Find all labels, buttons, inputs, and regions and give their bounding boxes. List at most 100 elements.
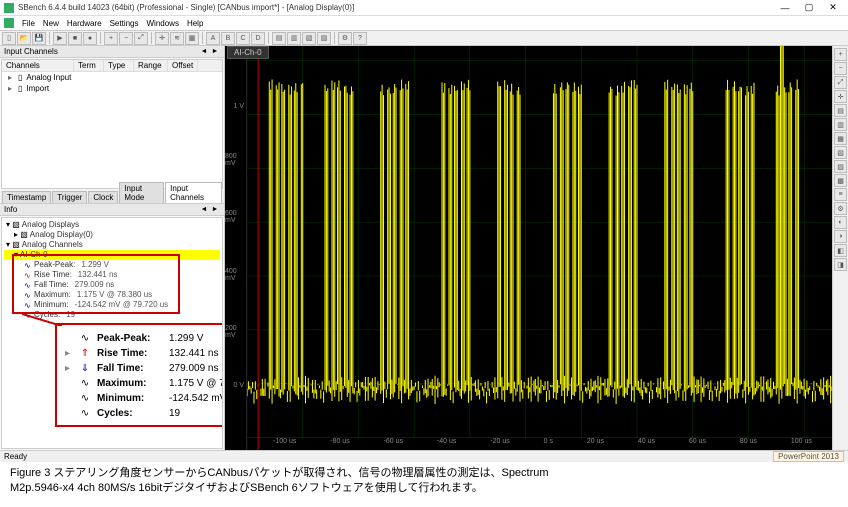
zoom-measurement: ∿Cycles:19 xyxy=(65,406,223,421)
menu-settings[interactable]: Settings xyxy=(110,19,139,28)
rt-i-icon[interactable]: ◐ xyxy=(834,216,847,229)
statusbar: Ready PowerPoint 2013 xyxy=(0,450,848,462)
tb-j-icon[interactable]: ? xyxy=(353,32,367,45)
tb-f-icon[interactable]: ▥ xyxy=(287,32,301,45)
info-root[interactable]: ▾ ▧Analog Displays xyxy=(4,220,220,230)
panel-left-icon[interactable]: ◄ xyxy=(199,205,209,215)
tb-zoom-in-icon[interactable]: + xyxy=(104,32,118,45)
tab-input-channels[interactable]: Input Channels xyxy=(165,182,222,203)
tb-d-icon[interactable]: D xyxy=(251,32,265,45)
y-tick: 0 V xyxy=(233,382,244,389)
rt-d-icon[interactable]: ▧ xyxy=(834,146,847,159)
menu-file[interactable]: File xyxy=(22,19,35,28)
y-tick: 1 V xyxy=(233,103,244,110)
rt-k-icon[interactable]: ◧ xyxy=(834,244,847,257)
rt-fit-icon[interactable]: ⤢ xyxy=(834,76,847,89)
tb-stop-icon[interactable]: ■ xyxy=(68,32,82,45)
tb-cursor-icon[interactable]: ✛ xyxy=(155,32,169,45)
tb-zoom-out-icon[interactable]: − xyxy=(119,32,133,45)
scope-channel-tab[interactable]: AI-Ch-0 xyxy=(227,46,269,59)
expand-icon[interactable]: ▸ xyxy=(6,74,14,82)
rt-l-icon[interactable]: ◨ xyxy=(834,258,847,271)
rt-g-icon[interactable]: ≡ xyxy=(834,188,847,201)
rt-f-icon[interactable]: ▩ xyxy=(834,174,847,187)
scope-x-axis: -100 us-80 us-60 us-40 us-20 us0 s20 us4… xyxy=(269,438,816,450)
tb-a-icon[interactable]: A xyxy=(206,32,220,45)
tb-play-icon[interactable]: ▶ xyxy=(53,32,67,45)
channels-tree[interactable]: Channels Term Type Range Offset ▸ ▯ Anal… xyxy=(1,59,223,189)
info-measurement: ∿Maximum:1.175 V @ 78.380 us xyxy=(4,290,220,300)
menu-windows[interactable]: Windows xyxy=(147,19,179,28)
zoom-measurement: ▸⇑Rise Time:132.441 ns xyxy=(65,346,223,361)
main-toolbar: ▯ 📂 💾 ▶ ■ ● + − ⤢ ✛ ≋ ▦ A B C D ▤ ▥ ▧ ▨ … xyxy=(0,30,848,46)
tab-clock[interactable]: Clock xyxy=(88,191,118,203)
menu-hardware[interactable]: Hardware xyxy=(67,19,102,28)
maximize-button[interactable]: ▢ xyxy=(798,2,820,14)
x-tick: -100 us xyxy=(273,438,296,450)
info-channel[interactable]: ▾AI-Ch-0 xyxy=(4,250,220,260)
app-icon xyxy=(4,3,14,13)
zoom-measurement: ▸⇓Fall Time:279.009 ns xyxy=(65,361,223,376)
panel-right-icon[interactable]: ► xyxy=(210,47,220,57)
minimize-button[interactable]: — xyxy=(774,2,796,14)
zoom-measurements: ∿Peak-Peak:1.299 V▸⇑Rise Time:132.441 ns… xyxy=(57,325,223,425)
tb-measure-icon[interactable]: ≋ xyxy=(170,32,184,45)
window-title: SBench 6.4.4 build 14023 (64bit) (Profes… xyxy=(18,3,774,12)
tb-c-icon[interactable]: C xyxy=(236,32,250,45)
rt-zoom-in-icon[interactable]: + xyxy=(834,48,847,61)
info-panel: ▾ ▧Analog Displays ▸ ▧Analog Display(0) … xyxy=(1,217,223,449)
tb-b-icon[interactable]: B xyxy=(221,32,235,45)
tb-e-icon[interactable]: ▤ xyxy=(272,32,286,45)
y-tick: 800 mV xyxy=(225,153,244,167)
menubar: File New Hardware Settings Windows Help xyxy=(0,16,848,30)
x-tick: -80 us xyxy=(330,438,349,450)
scope-plot[interactable]: -100 us-80 us-60 us-40 us-20 us0 s20 us4… xyxy=(247,46,832,450)
menu-new[interactable]: New xyxy=(43,19,59,28)
folder-icon: ▯ xyxy=(18,84,22,93)
status-right: PowerPoint 2013 xyxy=(773,451,844,462)
tb-new-icon[interactable]: ▯ xyxy=(2,32,16,45)
x-tick: 40 us xyxy=(638,438,655,450)
col-term: Term xyxy=(74,60,104,71)
panel-right-icon[interactable]: ► xyxy=(210,205,220,215)
menu-help[interactable]: Help xyxy=(187,19,203,28)
col-offset: Offset xyxy=(168,60,198,71)
scope-y-axis: 1 V800 mV600 mV400 mV200 mV0 V xyxy=(225,46,247,450)
x-tick: 20 us xyxy=(587,438,604,450)
x-tick: 100 us xyxy=(791,438,812,450)
rt-j-icon[interactable]: ◑ xyxy=(834,230,847,243)
tb-h-icon[interactable]: ▨ xyxy=(317,32,331,45)
rt-zoom-out-icon[interactable]: − xyxy=(834,62,847,75)
tree-import[interactable]: ▸ ▯ Import xyxy=(2,83,222,94)
close-button[interactable]: ✕ xyxy=(822,2,844,14)
info-channels-group[interactable]: ▾ ▧Analog Channels xyxy=(4,240,220,250)
tree-analog-input[interactable]: ▸ ▯ Analog Input xyxy=(2,72,222,83)
tb-zoom-fit-icon[interactable]: ⤢ xyxy=(134,32,148,45)
info-display[interactable]: ▸ ▧Analog Display(0) xyxy=(4,230,220,240)
tab-timestamp[interactable]: Timestamp xyxy=(2,191,51,203)
rt-a-icon[interactable]: ▤ xyxy=(834,104,847,117)
tb-g-icon[interactable]: ▧ xyxy=(302,32,316,45)
rt-h-icon[interactable]: ⚙ xyxy=(834,202,847,215)
rt-cursor-icon[interactable]: ✛ xyxy=(834,90,847,103)
tb-save-icon[interactable]: 💾 xyxy=(32,32,46,45)
y-tick: 400 mV xyxy=(225,268,244,282)
tb-open-icon[interactable]: 📂 xyxy=(17,32,31,45)
tb-i-icon[interactable]: ⚙ xyxy=(338,32,352,45)
tb-grid-icon[interactable]: ▦ xyxy=(185,32,199,45)
panel-left-icon[interactable]: ◄ xyxy=(199,47,209,57)
expand-icon[interactable]: ▸ xyxy=(6,85,14,93)
tb-rec-icon[interactable]: ● xyxy=(83,32,97,45)
rt-c-icon[interactable]: ▦ xyxy=(834,132,847,145)
figure-caption: Figure 3 ステアリング角度センサーからCANbusパケットが取得され、信… xyxy=(0,462,848,501)
info-measurement: ∿Rise Time:132.441 ns xyxy=(4,270,220,280)
tab-input-mode[interactable]: Input Mode xyxy=(119,182,164,203)
input-channels-header: Input Channels ◄ ► xyxy=(0,46,224,58)
tab-trigger[interactable]: Trigger xyxy=(52,191,87,203)
info-header: Info ◄ ► xyxy=(0,204,224,216)
rt-b-icon[interactable]: ▥ xyxy=(834,118,847,131)
scope-right-toolbar: + − ⤢ ✛ ▤ ▥ ▦ ▧ ▨ ▩ ≡ ⚙ ◐ ◑ ◧ ◨ xyxy=(832,46,848,450)
zoom-measurement: ∿Peak-Peak:1.299 V xyxy=(65,331,223,346)
rt-e-icon[interactable]: ▨ xyxy=(834,160,847,173)
y-tick: 200 mV xyxy=(225,325,244,339)
